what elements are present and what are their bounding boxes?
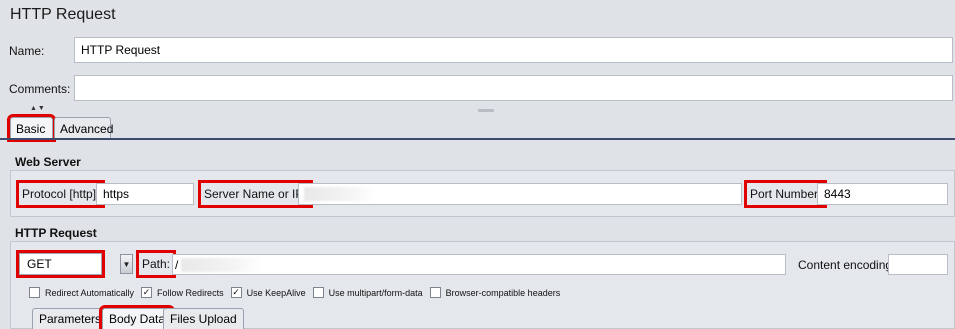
tab-bar-divider — [0, 138, 955, 140]
server-field[interactable] — [298, 183, 742, 205]
port-label: Port Number: — [743, 180, 828, 208]
method-value: GET — [27, 257, 52, 271]
tab-basic-label: Basic — [16, 121, 46, 136]
path-value: / — [175, 257, 179, 272]
checkbox-label: Redirect Automatically — [45, 287, 135, 298]
protocol-value: https — [103, 187, 130, 201]
checkmark-icon: ✓ — [230, 287, 242, 298]
tab-body-data-label: Body Data — [109, 312, 166, 326]
checkbox-label: Use KeepAlive — [246, 287, 306, 298]
protocol-label: Protocol [http]: — [15, 180, 106, 208]
checkbox-label: Browser-compatible headers — [445, 287, 561, 298]
tab-body-data[interactable]: Body Data — [98, 305, 176, 329]
port-value: 8443 — [824, 187, 851, 201]
path-field[interactable]: / — [172, 254, 786, 275]
tab-basic[interactable]: Basic — [7, 114, 56, 142]
comments-field[interactable] — [74, 75, 953, 101]
tab-files-upload[interactable]: Files Upload — [163, 308, 244, 329]
checkbox-label: Follow Redirects — [157, 287, 224, 298]
path-label: Path: — [135, 250, 177, 278]
follow-redirects-checkbox[interactable]: ✓ Follow Redirects — [141, 287, 224, 298]
encoding-label: Content encoding: — [798, 257, 896, 272]
server-label: Server Name or IP: — [198, 180, 313, 208]
multipart-form-data-checkbox[interactable]: Use multipart/form-data — [312, 287, 423, 298]
unchecked-box-icon — [429, 287, 441, 298]
tab-files-upload-label: Files Upload — [170, 312, 237, 326]
panel-title: HTTP Request — [10, 6, 116, 23]
comments-label: Comments: — [9, 82, 71, 96]
name-field-value: HTTP Request — [81, 43, 161, 57]
use-keepalive-checkbox[interactable]: ✓ Use KeepAlive — [230, 287, 306, 298]
splitter-handle[interactable] — [478, 109, 494, 112]
checkbox-label: Use multipart/form-data — [328, 287, 423, 298]
path-value-redacted — [181, 257, 264, 272]
checkbox-row: Redirect Automatically ✓ Follow Redirect… — [29, 287, 560, 298]
unchecked-box-icon — [312, 287, 324, 298]
protocol-field[interactable]: https — [96, 183, 194, 205]
tab-advanced-label: Advanced — [60, 121, 114, 136]
encoding-field[interactable] — [888, 254, 948, 275]
tab-parameters-label: Parameters — [39, 312, 102, 326]
tab-advanced[interactable]: Advanced — [54, 117, 114, 139]
unchecked-box-icon — [29, 287, 40, 298]
name-field[interactable]: HTTP Request — [74, 37, 953, 63]
method-dropdown-icon[interactable]: ▼ — [120, 254, 133, 274]
tab-parameters[interactable]: Parameters — [32, 308, 109, 329]
server-value-redacted — [304, 187, 376, 201]
browser-compatible-headers-checkbox[interactable]: Browser-compatible headers — [429, 287, 561, 298]
redirect-automatically-checkbox[interactable]: Redirect Automatically — [29, 287, 134, 298]
checkmark-icon: ✓ — [141, 287, 153, 298]
method-select[interactable]: GET — [16, 250, 105, 278]
web-server-title: Web Server — [15, 155, 81, 169]
http-request-title: HTTP Request — [15, 226, 97, 240]
name-label: Name: — [9, 44, 45, 58]
collapse-arrows-icon[interactable]: ▲▼ — [30, 105, 46, 112]
port-field[interactable]: 8443 — [817, 183, 948, 205]
